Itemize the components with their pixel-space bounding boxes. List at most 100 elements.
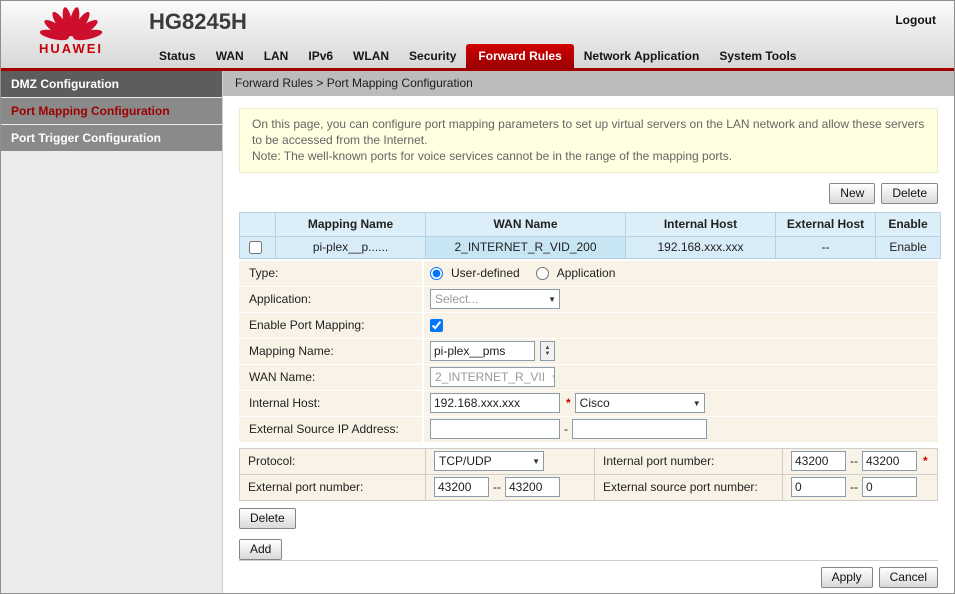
protocol-select-value: TCP/UDP <box>439 454 492 468</box>
tab-status[interactable]: Status <box>149 45 206 68</box>
huawei-flower-icon <box>39 3 103 41</box>
tab-forward-rules[interactable]: Forward Rules <box>466 44 573 68</box>
internal-port-cell: -- * <box>783 449 937 474</box>
sidebar-item-dmz-configuration[interactable]: DMZ Configuration <box>1 71 222 97</box>
external-source-ip-label: External Source IP Address: <box>239 417 424 442</box>
internal-host-label: Internal Host: <box>239 391 424 416</box>
external-source-ip-end-input[interactable] <box>572 419 707 439</box>
tab-wan[interactable]: WAN <box>206 45 254 68</box>
wan-name-select[interactable]: 2_INTERNET_R_VII ▼ <box>430 367 555 387</box>
protocol-select[interactable]: TCP/UDP ▼ <box>434 451 544 471</box>
router-admin-page: HUAWEI HG8245H Logout Status WAN LAN IPv… <box>0 0 955 594</box>
tab-lan[interactable]: LAN <box>254 45 299 68</box>
form-row-application: Application: Select... ▼ <box>239 287 938 312</box>
main-nav: Status WAN LAN IPv6 WLAN Security Forwar… <box>149 44 806 68</box>
header-wan-name: WAN Name <box>426 212 626 236</box>
mapping-form: Type: User-defined Application Applicati… <box>239 261 938 443</box>
info-line-2: Note: The well-known ports for voice ser… <box>252 148 925 164</box>
logout-link[interactable]: Logout <box>895 13 936 27</box>
external-source-port-end-input[interactable] <box>862 477 917 497</box>
internal-port-end-input[interactable] <box>862 451 917 471</box>
internal-port-start-input[interactable] <box>791 451 846 471</box>
external-port-cell: -- <box>426 475 594 500</box>
row-checkbox-cell <box>240 236 276 258</box>
huawei-logo: HUAWEI <box>19 3 123 56</box>
tab-ipv6[interactable]: IPv6 <box>298 45 343 68</box>
wan-name-label: WAN Name: <box>239 365 424 390</box>
range-separator: -- <box>850 480 858 494</box>
port-mapping-table: Mapping Name WAN Name Internal Host Exte… <box>239 212 941 259</box>
add-rule-row: Add <box>239 539 938 560</box>
external-port-end-input[interactable] <box>505 477 560 497</box>
header-checkbox-cell <box>240 212 276 236</box>
application-select[interactable]: Select... ▼ <box>430 289 560 309</box>
toolbar: New Delete <box>239 183 938 204</box>
protocol-label: Protocol: <box>240 449 425 474</box>
type-application-label: Application <box>557 266 616 280</box>
info-box: On this page, you can configure port map… <box>239 108 938 173</box>
chevron-down-icon: ▼ <box>548 295 556 304</box>
breadcrumb: Forward Rules > Port Mapping Configurati… <box>223 71 954 96</box>
row-select-checkbox[interactable] <box>249 241 262 254</box>
header-internal-host: Internal Host <box>626 212 776 236</box>
type-user-defined-label: User-defined <box>451 266 520 280</box>
type-user-defined-radio[interactable] <box>430 267 443 280</box>
mapping-name-input[interactable] <box>430 341 535 361</box>
internal-host-input[interactable] <box>430 393 560 413</box>
header: HUAWEI HG8245H Logout Status WAN LAN IPv… <box>1 1 954 68</box>
new-button[interactable]: New <box>829 183 875 204</box>
external-source-port-label: External source port number: <box>595 475 782 500</box>
brand-name: HUAWEI <box>19 41 123 56</box>
row-external-host: -- <box>776 236 876 258</box>
enable-port-mapping-checkbox[interactable] <box>430 319 443 332</box>
content: On this page, you can configure port map… <box>223 96 954 593</box>
table-row[interactable]: pi-plex__p...... 2_INTERNET_R_VID_200 19… <box>240 236 941 258</box>
external-source-port-start-input[interactable] <box>791 477 846 497</box>
type-label: Type: <box>239 261 424 286</box>
application-select-value: Select... <box>435 292 478 306</box>
external-port-start-input[interactable] <box>434 477 489 497</box>
tab-system-tools[interactable]: System Tools <box>709 45 806 68</box>
header-external-host: External Host <box>776 212 876 236</box>
range-separator: -- <box>493 480 501 494</box>
range-separator: - <box>564 422 568 436</box>
protocol-cell: TCP/UDP ▼ <box>426 449 594 474</box>
tab-wlan[interactable]: WLAN <box>343 45 399 68</box>
sidebar: DMZ Configuration Port Mapping Configura… <box>1 71 223 593</box>
tab-network-application[interactable]: Network Application <box>574 45 710 68</box>
delete-rule-row: Delete <box>239 508 938 529</box>
external-source-port-cell: -- <box>783 475 937 500</box>
required-mark: * <box>923 454 928 468</box>
sidebar-item-port-mapping-configuration[interactable]: Port Mapping Configuration <box>1 98 222 124</box>
row-enable-status: Enable <box>876 236 941 258</box>
page-title: HG8245H <box>149 9 247 35</box>
input-spinner-icon[interactable]: ▲▼ <box>540 341 555 361</box>
cancel-button[interactable]: Cancel <box>879 567 938 588</box>
tab-security[interactable]: Security <box>399 45 466 68</box>
form-row-mapping-name: Mapping Name: ▲▼ <box>239 339 938 364</box>
chevron-down-icon: ▼ <box>693 399 701 408</box>
required-mark: * <box>566 396 571 410</box>
row-internal-host: 192.168.xxx.xxx <box>626 236 776 258</box>
add-rule-button[interactable]: Add <box>239 539 282 560</box>
internal-host-device-select[interactable]: Cisco ▼ <box>575 393 705 413</box>
chevron-down-icon: ▼ <box>551 373 555 382</box>
footer-actions: Apply Cancel <box>239 560 938 588</box>
delete-button[interactable]: Delete <box>881 183 938 204</box>
apply-button[interactable]: Apply <box>821 567 873 588</box>
delete-rule-button[interactable]: Delete <box>239 508 296 529</box>
mapping-name-label: Mapping Name: <box>239 339 424 364</box>
sidebar-item-port-trigger-configuration[interactable]: Port Trigger Configuration <box>1 125 222 151</box>
form-row-wan-name: WAN Name: 2_INTERNET_R_VII ▼ <box>239 365 938 390</box>
external-port-label: External port number: <box>240 475 425 500</box>
form-row-external-source-ip: External Source IP Address: - <box>239 417 938 442</box>
type-application-radio[interactable] <box>536 267 549 280</box>
port-settings-grid: Protocol: TCP/UDP ▼ Internal port number… <box>239 448 938 501</box>
chevron-down-icon: ▼ <box>532 457 540 466</box>
header-enable: Enable <box>876 212 941 236</box>
info-line-1: On this page, you can configure port map… <box>252 116 925 148</box>
external-source-ip-start-input[interactable] <box>430 419 560 439</box>
form-row-internal-host: Internal Host: * Cisco ▼ <box>239 391 938 416</box>
form-row-type: Type: User-defined Application <box>239 261 938 286</box>
row-mapping-name: pi-plex__p...... <box>276 236 426 258</box>
